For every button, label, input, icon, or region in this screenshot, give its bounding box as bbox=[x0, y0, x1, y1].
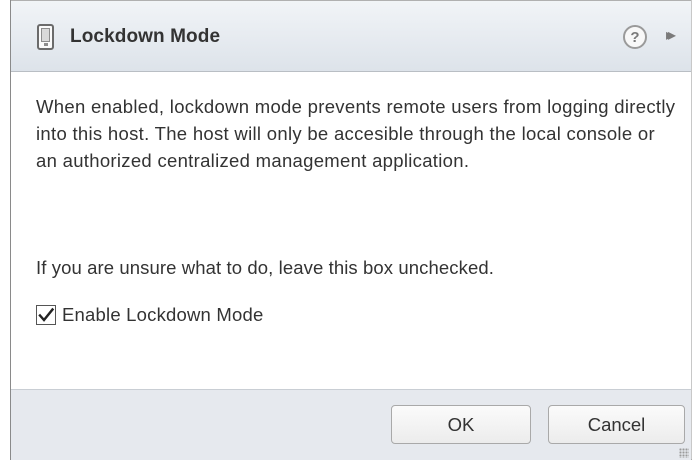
dialog-title: Lockdown Mode bbox=[70, 26, 221, 47]
enable-lockdown-label[interactable]: Enable Lockdown Mode bbox=[62, 304, 263, 326]
help-icon[interactable]: ? bbox=[623, 25, 647, 49]
enable-lockdown-checkbox-row[interactable]: Enable Lockdown Mode bbox=[36, 304, 263, 326]
lockdown-mode-dialog: Lockdown Mode ? ▸▸ When enabled, lockdow… bbox=[10, 0, 692, 460]
dialog-titlebar: Lockdown Mode ? ▸▸ bbox=[11, 0, 691, 72]
description-text: When enabled, lockdown mode prevents rem… bbox=[36, 96, 676, 171]
enable-lockdown-checkbox[interactable] bbox=[36, 305, 56, 325]
dialog-body: When enabled, lockdown mode prevents rem… bbox=[11, 72, 691, 389]
expand-icon[interactable]: ▸▸ bbox=[666, 25, 676, 45]
ok-button[interactable]: OK bbox=[391, 405, 531, 444]
hint-text: If you are unsure what to do, leave this… bbox=[36, 257, 494, 278]
cancel-button[interactable]: Cancel bbox=[548, 405, 685, 444]
resize-grip-icon[interactable] bbox=[679, 448, 689, 458]
checkmark-icon bbox=[38, 307, 55, 322]
dialog-footer: OK Cancel bbox=[11, 389, 691, 460]
mobile-device-icon bbox=[37, 24, 54, 50]
